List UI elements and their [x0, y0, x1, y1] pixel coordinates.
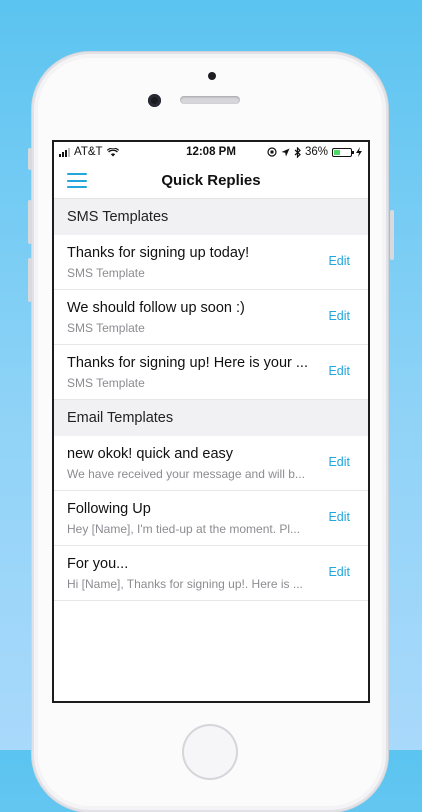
location-arrow-icon: [281, 148, 290, 156]
app-screen: AT&T 12:08 PM 36% Quick Replies SMS Temp…: [52, 140, 370, 703]
item-subtitle: SMS Template: [67, 266, 145, 280]
list-item[interactable]: Following Up Hey [Name], I'm tied-up at …: [54, 491, 368, 546]
status-bar: AT&T 12:08 PM 36%: [54, 142, 368, 164]
list-item[interactable]: For you... Hi [Name], Thanks for signing…: [54, 546, 368, 601]
edit-button[interactable]: Edit: [328, 364, 350, 378]
edit-button[interactable]: Edit: [328, 309, 350, 323]
section-sms: SMS Templates Thanks for signing up toda…: [54, 199, 368, 400]
item-subtitle: SMS Template: [67, 376, 145, 390]
volume-up-button: [28, 200, 32, 244]
list-item[interactable]: new okok! quick and easy We have receive…: [54, 436, 368, 491]
volume-down-button: [28, 258, 32, 302]
item-subtitle: Hey [Name], I'm tied-up at the moment. P…: [67, 522, 301, 536]
power-button: [390, 210, 394, 260]
edit-button[interactable]: Edit: [328, 510, 350, 524]
battery-percent: 36%: [304, 146, 328, 158]
navigation-bar: Quick Replies: [54, 164, 368, 199]
battery-icon: [332, 147, 354, 157]
mute-switch: [28, 148, 32, 170]
section-header-sms: SMS Templates: [54, 199, 368, 235]
page-title: Quick Replies: [161, 172, 261, 189]
status-right: 36%: [267, 146, 362, 158]
item-subtitle: We have received your message and will b…: [67, 467, 305, 481]
orientation-lock-icon: [267, 147, 277, 157]
item-title: new okok! quick and easy: [67, 446, 234, 462]
earpiece-speaker: [180, 96, 240, 104]
item-title: Thanks for signing up today!: [67, 245, 250, 261]
edit-button[interactable]: Edit: [328, 455, 350, 469]
section-header-email: Email Templates: [54, 400, 368, 436]
proximity-sensor: [208, 72, 216, 80]
section-email: Email Templates new okok! quick and easy…: [54, 400, 368, 601]
item-subtitle: SMS Template: [67, 321, 145, 335]
edit-button[interactable]: Edit: [328, 254, 350, 268]
item-title: We should follow up soon :): [67, 300, 245, 316]
item-title: Following Up: [67, 501, 151, 517]
list-item[interactable]: Thanks for signing up today! SMS Templat…: [54, 235, 368, 290]
list-item[interactable]: Thanks for signing up! Here is your ... …: [54, 345, 368, 400]
item-title: Thanks for signing up! Here is your ...: [67, 355, 308, 371]
charging-bolt-icon: [356, 147, 362, 157]
item-title: For you...: [67, 556, 129, 572]
edit-button[interactable]: Edit: [328, 565, 350, 579]
bluetooth-icon: [294, 146, 301, 158]
front-camera: [148, 94, 161, 107]
home-button[interactable]: [182, 724, 238, 780]
list-item[interactable]: We should follow up soon :) SMS Template…: [54, 290, 368, 345]
item-subtitle: Hi [Name], Thanks for signing up!. Here …: [67, 577, 303, 591]
